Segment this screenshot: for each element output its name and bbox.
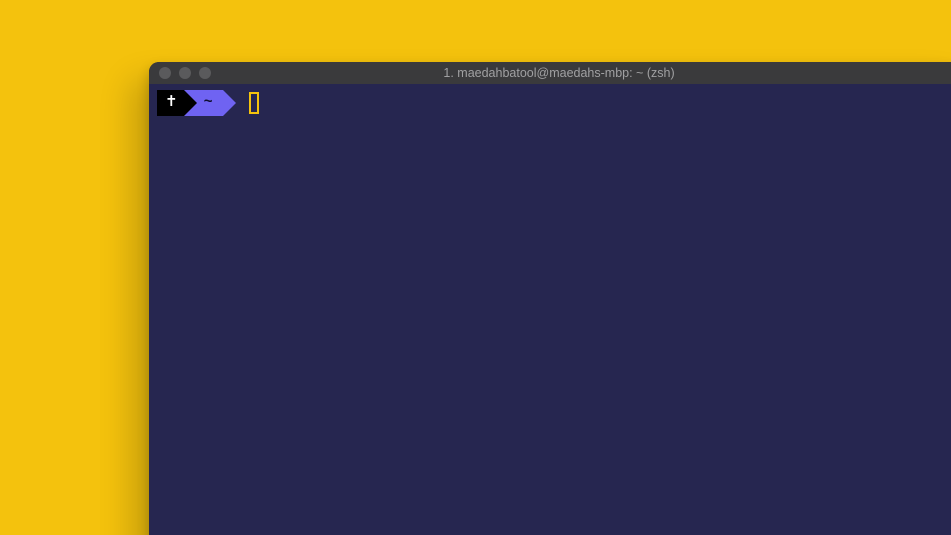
window-title: 1. maedahbatool@maedahs-mbp: ~ (zsh) — [149, 66, 951, 80]
traffic-lights — [149, 67, 211, 79]
minimize-button[interactable] — [179, 67, 191, 79]
cursor — [249, 92, 259, 114]
path-label: ~ — [204, 90, 213, 116]
close-button[interactable] — [159, 67, 171, 79]
cross-icon: ✝ — [165, 90, 178, 116]
terminal-window: 1. maedahbatool@maedahs-mbp: ~ (zsh) ✝ ~ — [149, 62, 951, 535]
zoom-button[interactable] — [199, 67, 211, 79]
window-titlebar: 1. maedahbatool@maedahs-mbp: ~ (zsh) — [149, 62, 951, 84]
prompt-line: ✝ ~ — [157, 90, 259, 116]
terminal-body[interactable]: ✝ ~ — [149, 84, 951, 535]
prompt-segment-status: ✝ — [157, 90, 184, 116]
